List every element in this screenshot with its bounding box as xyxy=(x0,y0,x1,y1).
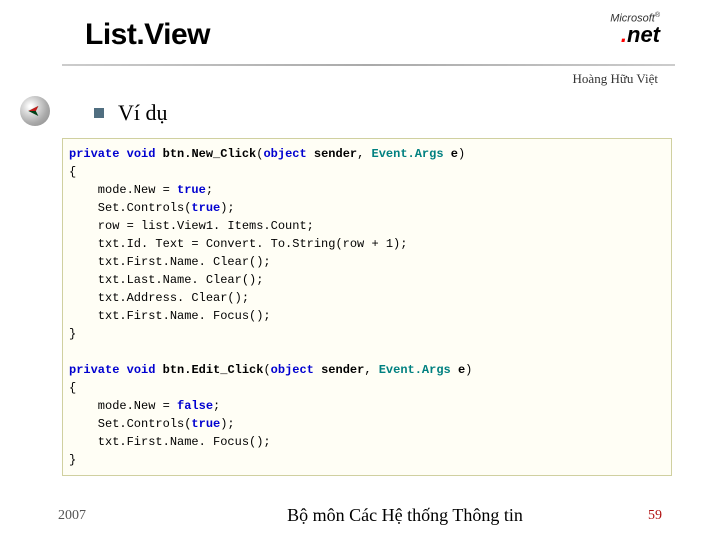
footer-department: Bộ môn Các Hệ thống Thông tin xyxy=(198,505,612,526)
author-name: Hoàng Hữu Việt xyxy=(573,71,658,87)
divider-line xyxy=(62,64,675,66)
bullet-icon xyxy=(94,108,104,118)
footer-page-number: 59 xyxy=(612,508,662,524)
footer: 2007 Bộ môn Các Hệ thống Thông tin 59 xyxy=(0,505,720,526)
code-block: private void btn.New_Click(object sender… xyxy=(62,138,672,476)
footer-year: 2007 xyxy=(58,508,198,524)
arrow-logo-icon xyxy=(20,96,50,126)
dotnet-logo: Microsoft® .net xyxy=(610,12,660,44)
product-text: .net xyxy=(610,25,660,45)
section-header: Ví dụ xyxy=(94,100,168,126)
section-heading: Ví dụ xyxy=(118,100,168,126)
slide: List.View Microsoft® .net Hoàng Hữu Việt… xyxy=(0,0,720,540)
